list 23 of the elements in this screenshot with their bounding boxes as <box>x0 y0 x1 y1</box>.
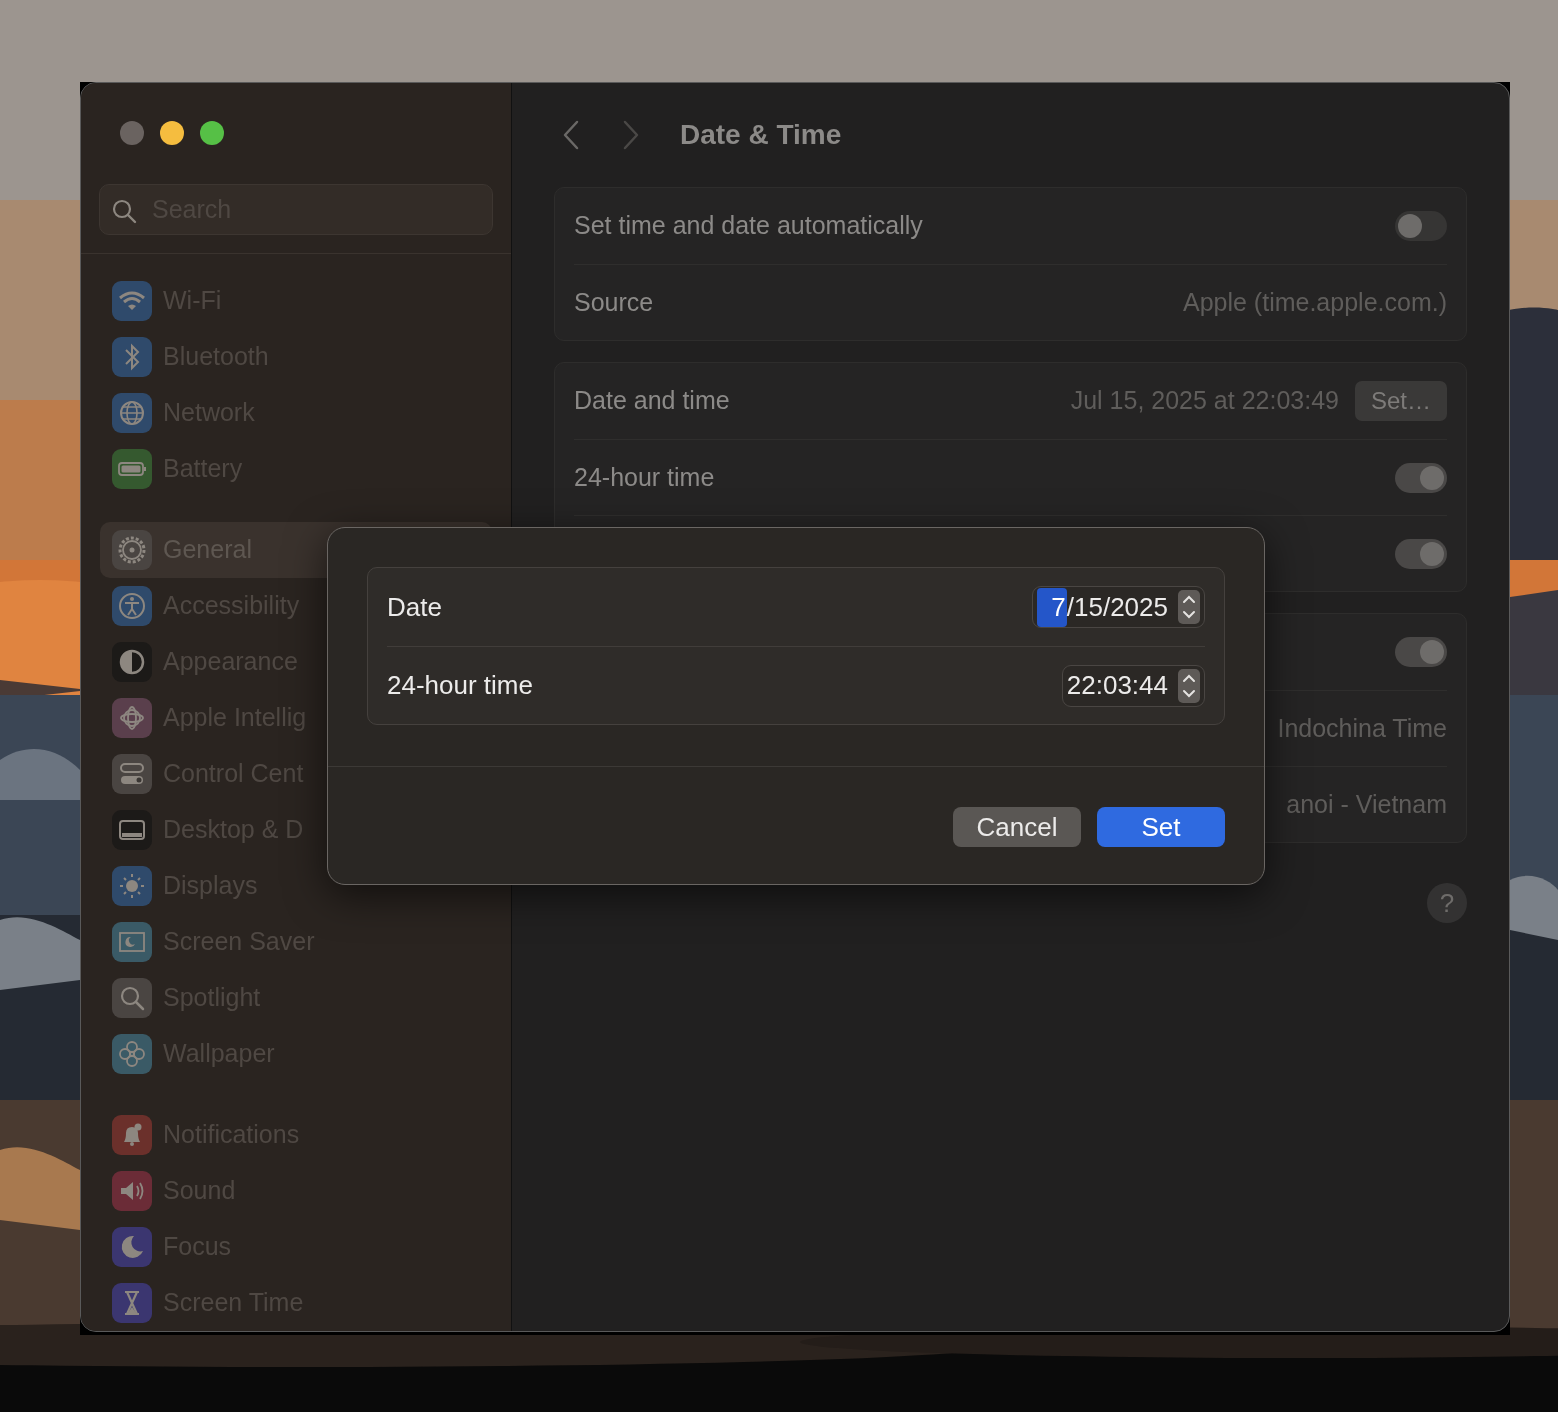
setting-value: Jul 15, 2025 at 22:03:49 <box>1070 385 1339 417</box>
toggle-switch[interactable] <box>1395 462 1447 493</box>
setting-label: 24-hour time <box>574 461 715 493</box>
toggle-switch[interactable] <box>1395 211 1447 241</box>
help-button[interactable]: ? <box>1427 883 1467 923</box>
page-title: Date & Time <box>680 118 842 152</box>
zoom-button[interactable] <box>200 121 224 145</box>
close-button[interactable] <box>120 121 144 145</box>
setting-value: anoi - Vietnam <box>1286 788 1447 820</box>
set-button[interactable]: Set <box>1097 807 1225 847</box>
set-button[interactable]: Set… <box>1354 381 1447 421</box>
setting-label: Set time and date automatically <box>574 210 923 242</box>
setting-value: Apple (time.apple.com.) <box>1183 286 1447 318</box>
field-label: Date <box>387 590 442 624</box>
toggle-switch[interactable] <box>1395 637 1447 667</box>
search-icon <box>111 198 137 225</box>
cancel-button[interactable]: Cancel <box>953 807 1081 847</box>
field-label: 24-hour time <box>387 669 533 702</box>
setting-label: Date and time <box>574 385 730 417</box>
setting-value: Indochina Time <box>1277 712 1447 744</box>
minimize-button[interactable] <box>160 121 184 145</box>
toggle-switch[interactable] <box>1395 538 1447 569</box>
setting-label: Source <box>574 286 654 318</box>
